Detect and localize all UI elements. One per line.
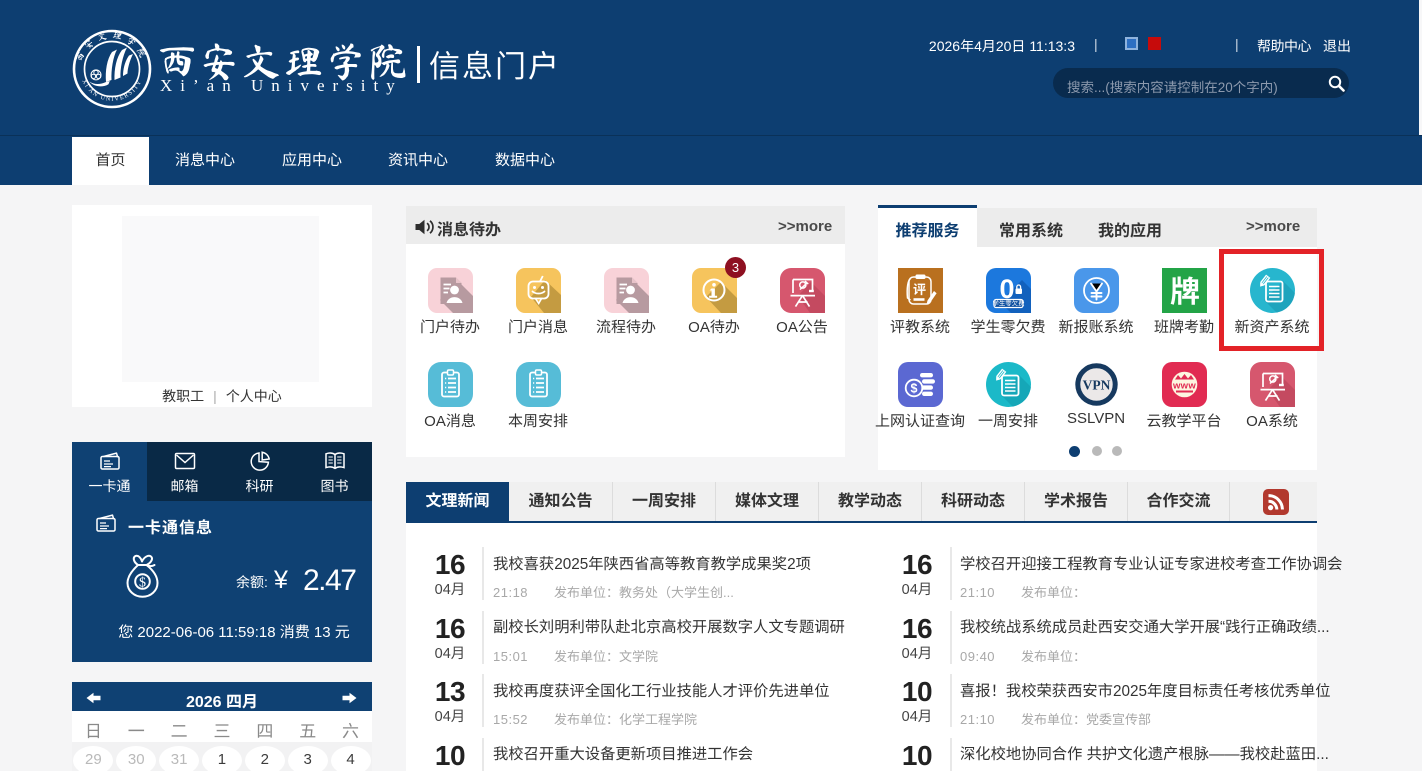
svg-text:牌: 牌	[1170, 268, 1200, 311]
svg-text:VPN: VPN	[1082, 377, 1110, 392]
svg-text:www: www	[1171, 380, 1195, 391]
svg-text:评: 评	[912, 279, 925, 298]
svg-text:$: $	[139, 576, 146, 591]
svg-text:学生零欠费: 学生零欠费	[992, 298, 1025, 307]
svg-text:$: $	[910, 381, 917, 395]
